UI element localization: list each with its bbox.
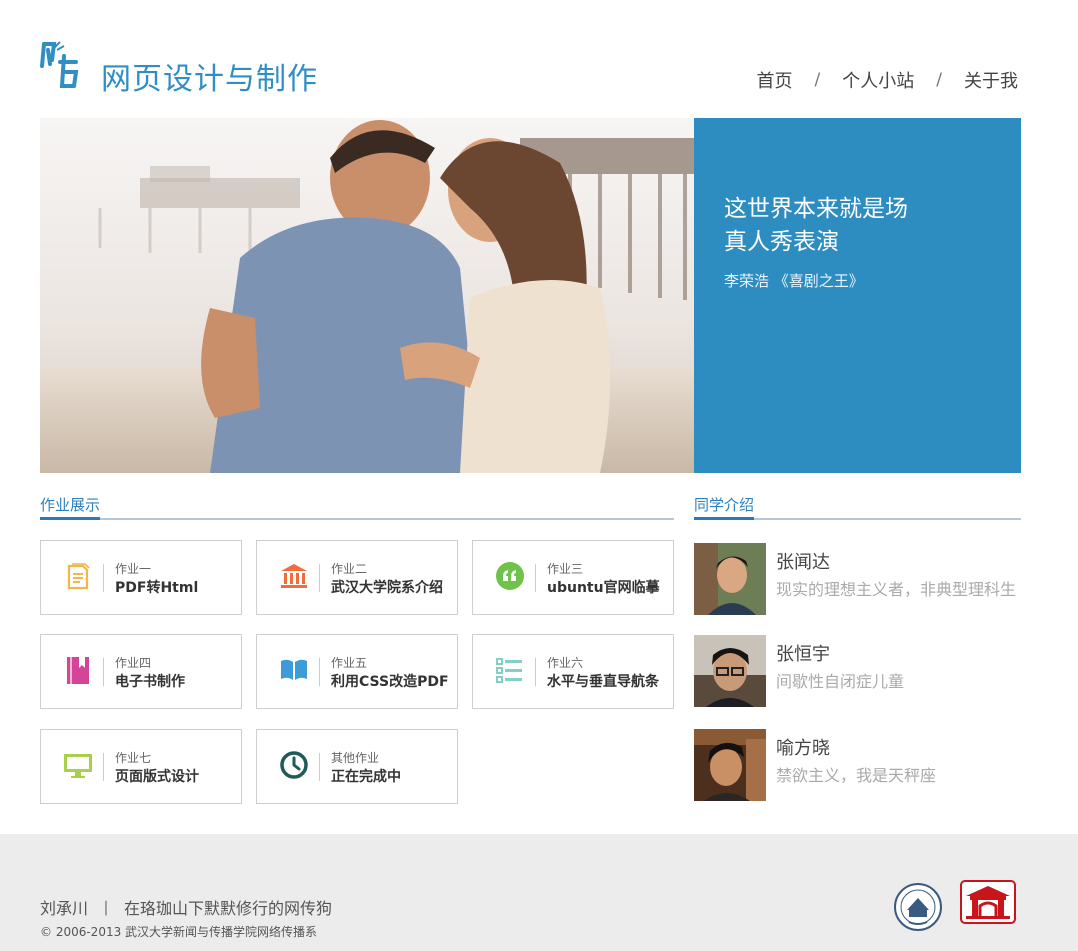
open-book-icon xyxy=(279,655,309,685)
person-name: 喻方晓 xyxy=(776,738,830,759)
work-card-title: 电子书制作 xyxy=(115,674,185,690)
work-card-number: 作业三 xyxy=(547,562,584,576)
avatar[interactable] xyxy=(694,635,766,707)
works-heading: 作业展示 xyxy=(40,494,101,520)
card-divider xyxy=(103,753,104,781)
work-card-2[interactable]: 作业二 武汉大学院系介绍 xyxy=(256,540,458,615)
work-card-title: 水平与垂直导航条 xyxy=(547,674,659,690)
card-divider xyxy=(535,658,536,686)
work-card-title: ubuntu官网临摹 xyxy=(547,580,660,596)
card-divider xyxy=(319,564,320,592)
nav-about-link[interactable]: 关于我 xyxy=(964,67,1018,93)
avatar[interactable] xyxy=(694,543,766,615)
bank-icon xyxy=(279,561,309,591)
work-card-title: PDF转Html xyxy=(115,580,199,596)
work-card-number: 作业二 xyxy=(331,562,368,576)
person-name: 张恒宇 xyxy=(776,644,830,665)
work-card-number: 其他作业 xyxy=(331,751,380,765)
people-section-header: 同学介绍 xyxy=(694,494,1021,520)
work-card-number: 作业四 xyxy=(115,656,152,670)
person-bio: 禁欲主义，我是天秤座 xyxy=(776,766,937,785)
work-card-4[interactable]: 作业四 电子书制作 xyxy=(40,634,242,709)
person-bio: 间歇性自闭症儿童 xyxy=(776,672,905,691)
card-divider xyxy=(319,658,320,686)
work-card-number: 作业五 xyxy=(331,656,368,670)
list-icon xyxy=(495,655,525,685)
work-card-title: 武汉大学院系介绍 xyxy=(331,580,443,596)
person-card-1[interactable]: 张闻达 现实的理想主义者，非典型理科生 xyxy=(694,543,1021,617)
quote-text: 这世界本来就是场 真人秀表演 xyxy=(724,193,984,259)
footer-author: 刘承川 xyxy=(40,899,89,918)
quote-line: 真人秀表演 xyxy=(724,229,839,255)
monitor-icon xyxy=(63,750,93,780)
card-divider xyxy=(319,753,320,781)
work-card-7[interactable]: 作业七 页面版式设计 xyxy=(40,729,242,804)
footer: 刘承川丨在珞珈山下默默修行的网传狗 © 2006-2013 武汉大学新闻与传播学… xyxy=(0,834,1078,951)
card-divider xyxy=(103,658,104,686)
hero-photo xyxy=(40,118,694,473)
card-divider xyxy=(103,564,104,592)
work-card-title: 利用CSS改造PDF xyxy=(331,674,449,690)
footer-tagline: 刘承川丨在珞珈山下默默修行的网传狗 xyxy=(40,895,332,919)
person-card-2[interactable]: 张恒宇 间歇性自闭症儿童 xyxy=(694,635,1021,709)
college-logo-icon[interactable] xyxy=(960,880,1016,924)
person-bio: 现实的理想主义者，非典型理科生 xyxy=(776,580,1017,599)
works-section-header: 作业展示 xyxy=(40,494,674,520)
nav-separator: / xyxy=(814,70,821,90)
work-card-3[interactable]: 作业三 ubuntu官网临摹 xyxy=(472,540,674,615)
avatar[interactable] xyxy=(694,729,766,801)
work-card-number: 作业一 xyxy=(115,562,152,576)
work-card-5[interactable]: 作业五 利用CSS改造PDF xyxy=(256,634,458,709)
card-divider xyxy=(535,564,536,592)
work-card-number: 作业七 xyxy=(115,751,152,765)
work-card-title: 页面版式设计 xyxy=(115,769,199,785)
quote-line: 这世界本来就是场 xyxy=(724,196,908,222)
clock-icon xyxy=(279,750,309,780)
quote-panel: 这世界本来就是场 真人秀表演 李荣浩 《喜剧之王》 xyxy=(694,118,1021,473)
quote-icon xyxy=(495,561,525,591)
university-seal-icon[interactable] xyxy=(893,882,943,932)
work-card-title: 正在完成中 xyxy=(331,769,401,785)
work-card-8[interactable]: 其他作业 正在完成中 xyxy=(256,729,458,804)
quote-source: 李荣浩 《喜剧之王》 xyxy=(724,272,864,290)
person-card-3[interactable]: 喻方晓 禁欲主义，我是天秤座 xyxy=(694,729,1021,803)
document-icon xyxy=(63,561,93,591)
footer-motto: 在珞珈山下默默修行的网传狗 xyxy=(124,899,333,918)
main-nav: 首页 / 个人小站 / 关于我 xyxy=(757,67,1018,93)
people-heading: 同学介绍 xyxy=(694,494,755,520)
person-name: 张闻达 xyxy=(776,552,830,573)
footer-separator: 丨 xyxy=(98,899,115,918)
site-title: 网页设计与制作 xyxy=(101,62,318,97)
nav-separator: / xyxy=(936,70,942,90)
nav-personal-site-link[interactable]: 个人小站 xyxy=(842,67,914,93)
ebook-icon xyxy=(63,655,93,685)
work-card-1[interactable]: 作业一 PDF转Html xyxy=(40,540,242,615)
work-card-number: 作业六 xyxy=(547,656,584,670)
site-logo[interactable] xyxy=(40,40,80,92)
copyright: © 2006-2013 武汉大学新闻与传播学院网络传播系 xyxy=(40,925,318,939)
work-card-6[interactable]: 作业六 水平与垂直导航条 xyxy=(472,634,674,709)
nav-home-link[interactable]: 首页 xyxy=(757,67,793,93)
